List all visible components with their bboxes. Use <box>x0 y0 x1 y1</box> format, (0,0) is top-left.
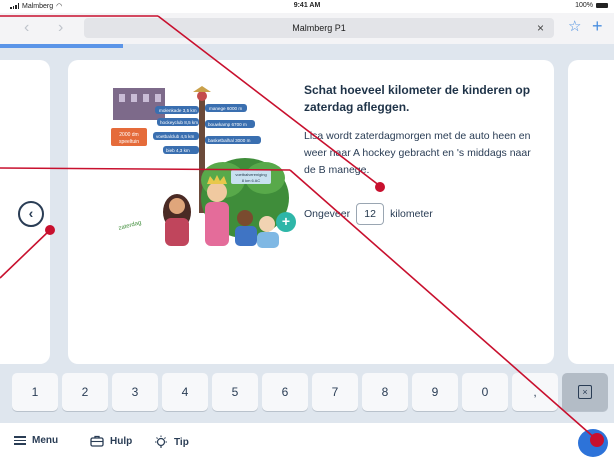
battery-percentage: 100% <box>575 2 593 9</box>
key-0[interactable]: 0 <box>462 373 508 411</box>
tip-label: Tip <box>174 436 189 448</box>
task-description: Lisa wordt zaterdagmorgen met de auto he… <box>304 130 531 176</box>
lightbulb-icon <box>155 435 167 448</box>
svg-text:voetbalvereniging: voetbalvereniging <box>235 172 266 177</box>
next-task-button[interactable] <box>578 429 608 457</box>
clock: 9:41 AM <box>293 2 321 9</box>
sign-6: basketbalhal 3000 m <box>208 138 251 143</box>
backspace-icon: × <box>578 385 592 399</box>
next-card[interactable] <box>568 60 614 364</box>
star-icon[interactable]: ☆ <box>568 17 581 37</box>
handwriting: zaterdag <box>118 220 142 232</box>
previous-task-button[interactable]: ‹ <box>18 201 44 227</box>
zoom-plus-icon: + <box>281 213 291 229</box>
key-6[interactable]: 6 <box>262 373 308 411</box>
zoom-image-button[interactable]: + <box>276 212 296 232</box>
answer-row: Ongeveer 12 kilometer <box>304 203 433 225</box>
help-button[interactable]: Hulp <box>90 435 132 447</box>
sign-3: hockeyclub 8,5 km <box>160 120 198 125</box>
back-arrow-icon[interactable]: ‹ <box>24 18 29 38</box>
key-2[interactable]: 2 <box>62 373 108 411</box>
key-4[interactable]: 4 <box>162 373 208 411</box>
menu-label: Menu <box>32 435 59 446</box>
battery-indicator: 100% <box>575 2 608 9</box>
status-bar: Malmberg ◠ 9:41 AM 100% <box>0 0 614 13</box>
key-1[interactable]: 1 <box>12 373 58 411</box>
key-3[interactable]: 3 <box>112 373 158 411</box>
answer-unit: kilometer <box>390 208 433 220</box>
plus-icon[interactable]: + <box>592 16 603 36</box>
progress-fill <box>0 44 123 48</box>
key-9[interactable]: 9 <box>412 373 458 411</box>
sign-2: manege 6000 m <box>209 106 242 111</box>
sign-5: voetbalclub 4,5 km <box>156 134 194 139</box>
help-label: Hulp <box>110 435 133 447</box>
browser-toolbar: ‹ › Malmberg P1 × ☆ + <box>0 13 614 44</box>
sign-7: bieb 4,3 km <box>166 148 190 153</box>
forward-arrow-icon[interactable]: › <box>58 18 63 38</box>
answer-prefix: Ongeveer <box>304 208 351 220</box>
sign-1: molenkade 3,5 km <box>159 108 197 113</box>
bottom-bar: Menu Hulp Tip <box>0 423 614 462</box>
answer-input[interactable]: 12 <box>356 203 385 225</box>
task-title: Schat hoeveel kilometer de kinderen op z… <box>304 83 531 114</box>
key-8[interactable]: 8 <box>362 373 408 411</box>
key-comma[interactable]: , <box>512 373 558 411</box>
briefcase-icon <box>90 435 104 447</box>
backspace-key[interactable]: × <box>562 373 608 411</box>
battery-icon <box>596 3 608 8</box>
key-7[interactable]: 7 <box>312 373 358 411</box>
address-bar[interactable]: Malmberg P1 × <box>84 18 554 38</box>
number-keypad: 1 2 3 4 5 6 7 8 9 0 , × <box>0 368 614 423</box>
close-icon[interactable]: × <box>537 18 544 38</box>
progress-bar <box>0 44 614 48</box>
svg-text:8 km 6 AC: 8 km 6 AC <box>242 178 261 183</box>
distance-board-line-2: speeltuin <box>119 139 139 145</box>
hamburger-icon <box>14 436 26 445</box>
menu-button[interactable]: Menu <box>14 435 58 446</box>
chevron-left-icon: ‹ <box>28 205 34 221</box>
distance-board-line-1: 2000 dm <box>119 132 138 138</box>
key-5[interactable]: 5 <box>212 373 258 411</box>
tip-button[interactable]: Tip <box>154 435 189 449</box>
signpost-illustration: 2000 dm speeltuin molenkade 3,5 km maneg… <box>111 86 289 248</box>
sign-4: bouwkamp 6700 m <box>208 122 247 127</box>
building <box>113 88 165 120</box>
page-title: Malmberg P1 <box>292 23 346 33</box>
